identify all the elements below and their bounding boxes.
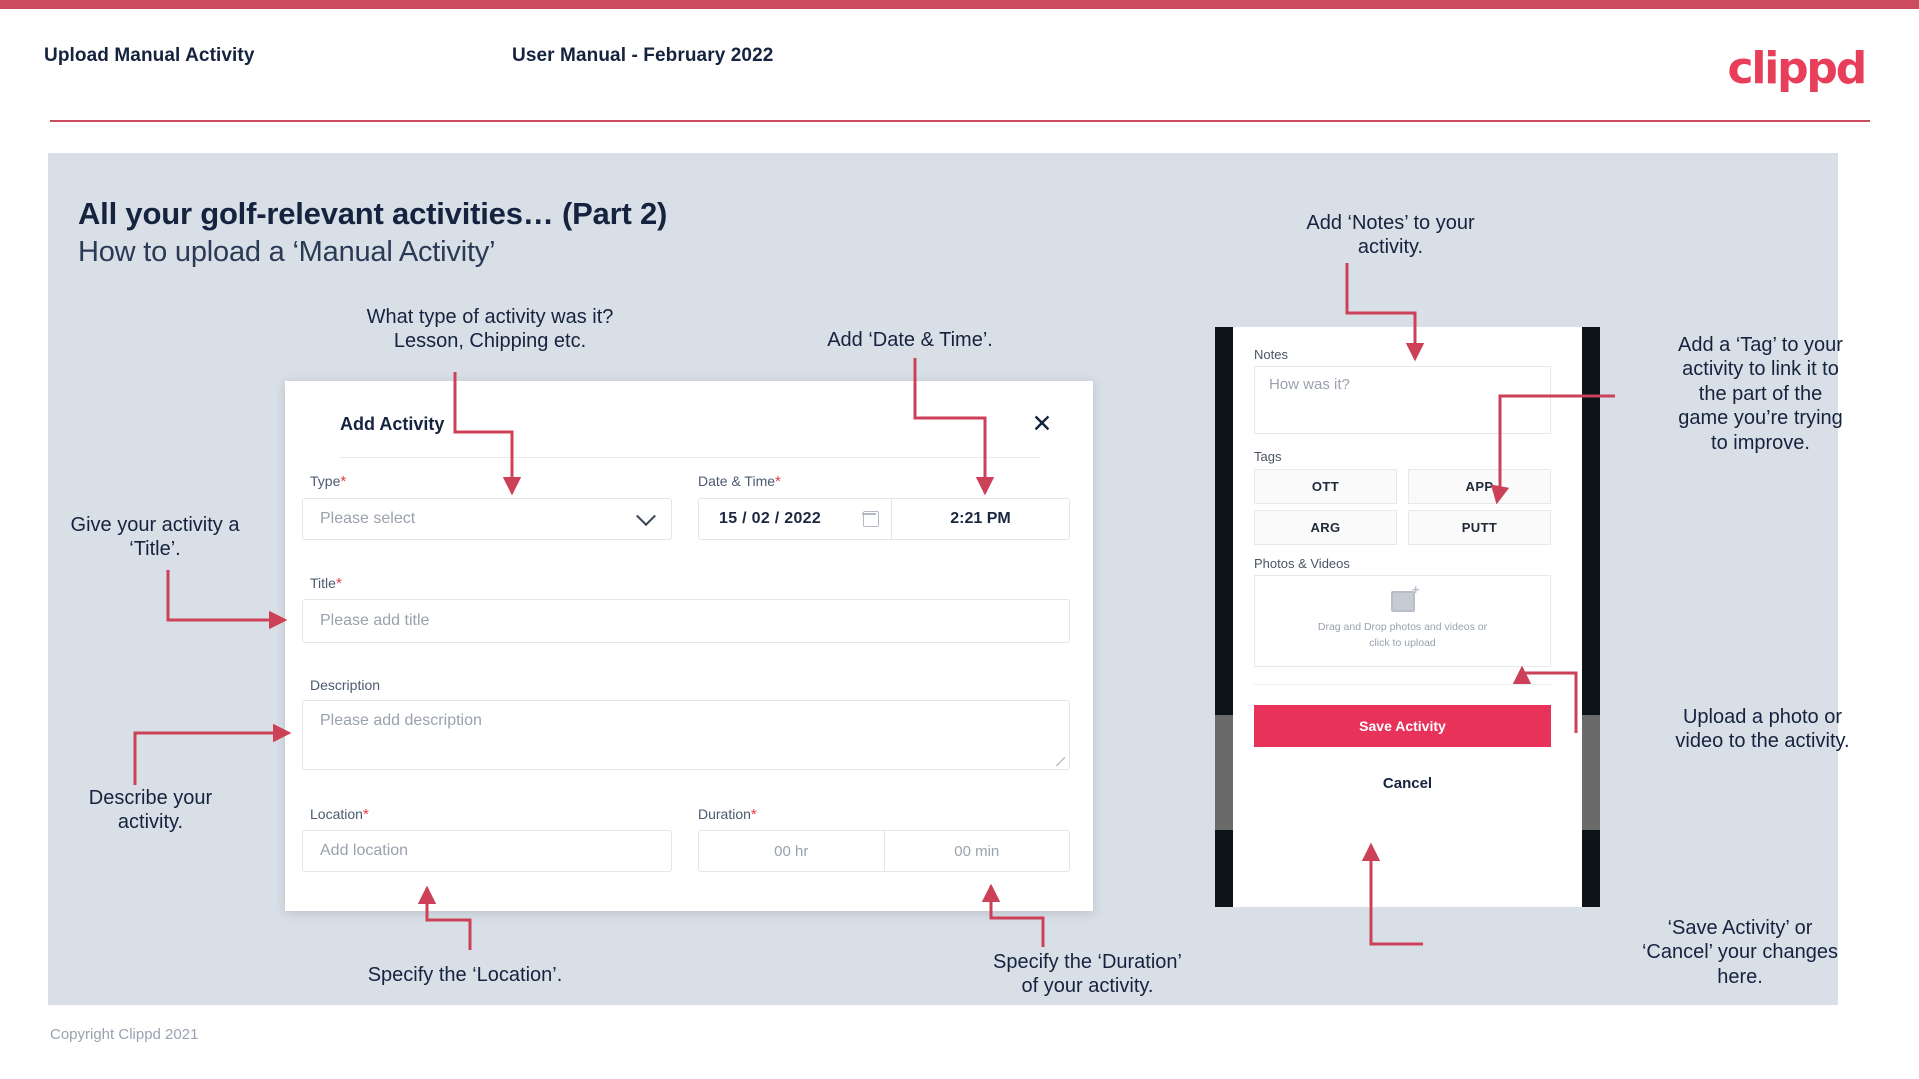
title-field-label: Title*	[310, 575, 342, 592]
chevron-down-icon	[636, 506, 656, 527]
annotation-location: Specify the ‘Location’.	[367, 964, 563, 986]
tags-label: Tags	[1254, 449, 1282, 464]
type-field-label: Type*	[310, 473, 347, 490]
description-textarea[interactable]: Please add description	[302, 700, 1070, 770]
resize-handle-icon[interactable]	[1056, 757, 1065, 766]
duration-minutes-value: 00 min	[954, 842, 1000, 860]
datetime-field-label: Date & Time*	[698, 473, 781, 490]
duration-field-label: Duration*	[698, 806, 757, 823]
location-field-label: Location*	[310, 806, 369, 823]
date-input[interactable]: 15 / 02 / 2022	[699, 499, 892, 539]
calendar-icon[interactable]	[862, 511, 879, 527]
close-icon[interactable]: ✕	[1025, 407, 1059, 441]
phone-frame-left-accent	[1215, 715, 1233, 830]
duration-hours-value: 00 hr	[774, 842, 809, 860]
notes-placeholder: How was it?	[1269, 376, 1350, 393]
tag-putt[interactable]: PUTT	[1408, 510, 1551, 545]
date-value: 15 / 02 / 2022	[719, 510, 822, 527]
type-select-placeholder: Please select	[320, 510, 416, 527]
dialog-divider	[340, 457, 1040, 458]
description-field-label: Description	[310, 677, 381, 693]
footer-copyright: Copyright Clippd 2021	[50, 1026, 199, 1043]
header-center-title: User Manual - February 2022	[512, 45, 774, 66]
phone-frame-right	[1582, 327, 1600, 907]
dropzone-text-line2: click to upload	[1369, 636, 1436, 649]
tag-arg[interactable]: ARG	[1254, 510, 1397, 545]
photos-videos-label: Photos & Videos	[1254, 556, 1350, 571]
photo-dropzone[interactable]: Drag and Drop photos and videos or click…	[1254, 575, 1551, 667]
phone-screen: Notes How was it? Tags OTT APP ARG PUTT …	[1233, 327, 1582, 907]
page-subtitle: How to upload a ‘Manual Activity’	[78, 236, 496, 268]
phone-frame-right-accent	[1582, 715, 1600, 830]
duration-input-group: 00 hr 00 min	[698, 830, 1070, 872]
notes-label: Notes	[1254, 347, 1288, 362]
time-value: 2:21 PM	[950, 510, 1011, 527]
page-header: Upload Manual Activity User Manual - Feb…	[0, 9, 1919, 121]
annotation-save-cancel: ‘Save Activity’ or ‘Cancel’ your changes…	[1641, 917, 1839, 988]
image-add-icon	[1390, 582, 1419, 612]
phone-divider	[1254, 684, 1551, 685]
title-input[interactable]: Please add title	[302, 599, 1070, 643]
annotation-photos: Upload a photo or video to the activity.	[1675, 706, 1850, 753]
datetime-input-group: 15 / 02 / 2022 2:21 PM	[698, 498, 1070, 540]
header-left-title: Upload Manual Activity	[44, 45, 255, 66]
time-input[interactable]: 2:21 PM	[892, 499, 1069, 539]
description-placeholder: Please add description	[320, 712, 482, 729]
annotation-duration: Specify the ‘Duration’ of your activity.	[993, 951, 1182, 998]
annotation-datetime: Add ‘Date & Time’.	[827, 329, 993, 351]
page-title: All your golf-relevant activities… (Part…	[78, 196, 668, 231]
duration-hours-input[interactable]: 00 hr	[699, 831, 885, 871]
annotation-description: Describe your activity.	[88, 787, 213, 834]
clippd-logo: clippd	[1727, 43, 1867, 94]
duration-minutes-input[interactable]: 00 min	[885, 831, 1070, 871]
location-input-placeholder: Add location	[320, 842, 409, 859]
annotation-notes: Add ‘Notes’ to your activity.	[1306, 212, 1475, 259]
location-input[interactable]: Add location	[302, 830, 672, 872]
cancel-button[interactable]: Cancel	[1233, 771, 1582, 795]
title-input-placeholder: Please add title	[320, 612, 430, 629]
phone-frame-left	[1215, 327, 1233, 907]
dialog-title: Add Activity	[340, 414, 445, 434]
annotation-tags: Add a ‘Tag’ to your activity to link it …	[1678, 334, 1843, 454]
type-select[interactable]: Please select	[302, 498, 672, 540]
save-activity-button[interactable]: Save Activity	[1254, 705, 1551, 747]
header-divider	[50, 120, 1870, 122]
annotation-type: What type of activity was it? Lesson, Ch…	[366, 306, 614, 353]
notes-textarea[interactable]: How was it?	[1254, 366, 1551, 434]
annotation-title: Give your activity a ‘Title’.	[70, 514, 240, 561]
tag-app[interactable]: APP	[1408, 469, 1551, 504]
top-accent-bar	[0, 0, 1919, 9]
dropzone-text-line1: Drag and Drop photos and videos or	[1317, 620, 1488, 633]
phone-mockup: Notes How was it? Tags OTT APP ARG PUTT …	[1215, 327, 1600, 907]
tag-ott[interactable]: OTT	[1254, 469, 1397, 504]
